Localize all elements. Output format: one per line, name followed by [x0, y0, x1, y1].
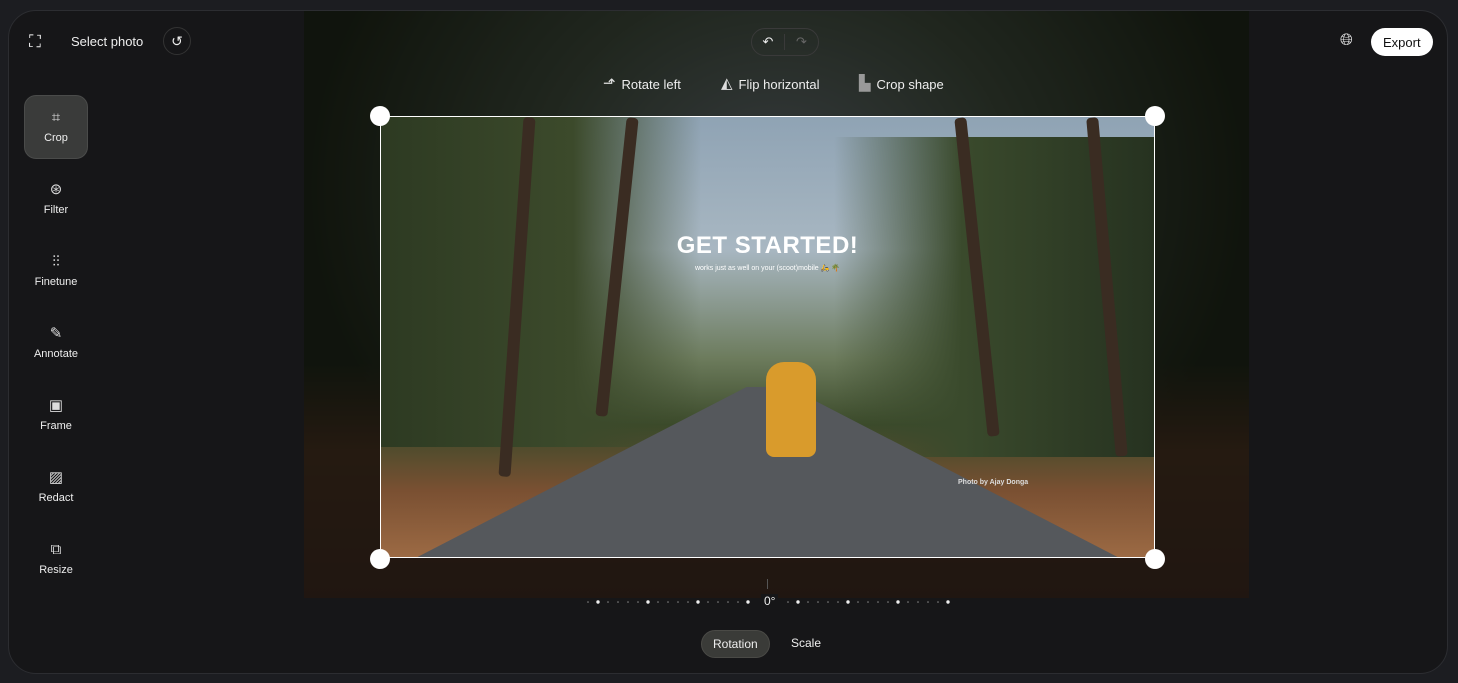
redo-icon[interactable]: ↷ — [785, 34, 818, 50]
select-photo-button[interactable]: Select photo — [71, 34, 143, 49]
fullscreen-icon[interactable]: ⛶ — [29, 32, 41, 52]
rotation-tick — [917, 601, 919, 603]
rotation-tick — [837, 601, 839, 603]
rotation-tick — [677, 601, 679, 603]
rotation-tick — [707, 601, 709, 603]
rotation-tick — [617, 601, 619, 603]
flip-horizontal-label: Flip horizontal — [738, 76, 820, 92]
rotation-tick — [857, 601, 859, 603]
rotation-tick — [817, 601, 819, 603]
sidebar-item-label: Annotate — [33, 348, 79, 360]
sliders-icon: ⫶⫶ — [52, 253, 60, 270]
rotation-tick — [627, 601, 629, 603]
rotation-tick — [696, 600, 700, 604]
rotation-tick — [657, 601, 659, 603]
flip-horizontal-icon: ◭ — [721, 75, 733, 92]
rotation-tick — [646, 600, 650, 604]
redact-icon: ▨ — [48, 469, 64, 486]
sidebar-item-label: Redact — [38, 492, 74, 504]
crop-handle-bottom-left[interactable] — [370, 549, 390, 569]
rotate-left-button[interactable]: ⬏ Rotate left — [603, 76, 681, 92]
rotation-tick — [727, 601, 729, 603]
rotation-tick — [887, 601, 889, 603]
rotation-tick — [846, 600, 850, 604]
flip-horizontal-button[interactable]: ◭ Flip horizontal — [721, 76, 819, 92]
rotate-left-icon: ⬏ — [603, 75, 616, 92]
sidebar-item-redact[interactable]: ▨ Redact — [24, 455, 88, 519]
rotation-tick — [927, 601, 929, 603]
photo-credit: Photo by Ajay Donga — [958, 479, 1029, 486]
crop-handle-bottom-right[interactable] — [1145, 549, 1165, 569]
history-icon[interactable]: ↺ — [163, 27, 191, 55]
frame-icon: ▣ — [48, 397, 64, 414]
undo-redo-group: ↶ ↷ — [751, 28, 819, 56]
tab-rotation[interactable]: Rotation — [701, 630, 770, 658]
crop-shape-icon: ▙ — [859, 75, 871, 92]
sidebar-item-crop[interactable]: ⌗ Crop — [24, 95, 88, 159]
crop-handle-top-left[interactable] — [370, 106, 390, 126]
rotation-tick — [717, 601, 719, 603]
rotation-indicator — [767, 579, 768, 589]
rotation-tick — [827, 601, 829, 603]
sidebar-item-label: Filter — [43, 204, 69, 216]
pencil-icon: ✎ — [49, 325, 63, 342]
scooter — [766, 362, 816, 457]
rotation-tick — [896, 600, 900, 604]
rotation-tick — [796, 600, 800, 604]
resize-icon: ⧉ — [50, 541, 62, 558]
sidebar-item-label: Frame — [40, 420, 72, 432]
rotation-tick — [787, 601, 789, 603]
sidebar-item-resize[interactable]: ⧉ Resize — [24, 527, 88, 591]
tab-scale[interactable]: Scale — [791, 636, 821, 650]
rotation-tick — [687, 601, 689, 603]
rotation-tick — [737, 601, 739, 603]
export-button[interactable]: Export — [1371, 28, 1433, 56]
photo-subtitle: works just as well on your (scoot)mobile… — [694, 265, 841, 272]
rotation-tick — [667, 601, 669, 603]
rotation-tick — [587, 601, 589, 603]
sidebar-item-frame[interactable]: ▣ Frame — [24, 383, 88, 447]
rotate-left-label: Rotate left — [621, 76, 681, 92]
editor-window: GET STARTED! works just as well on your … — [8, 10, 1448, 674]
undo-icon[interactable]: ↶ — [752, 34, 786, 50]
rotation-tick — [867, 601, 869, 603]
rotation-tick — [807, 601, 809, 603]
rotation-tick — [746, 600, 750, 604]
crop-shape-label: Crop shape — [876, 76, 944, 92]
crop-shape-button[interactable]: ▙ Crop shape — [859, 76, 944, 92]
crop-handle-top-right[interactable] — [1145, 106, 1165, 126]
sidebar-item-label: Finetune — [34, 276, 78, 288]
sidebar-item-label: Resize — [39, 564, 73, 576]
rotation-tick — [637, 601, 639, 603]
rotation-tick — [877, 601, 879, 603]
rotation-tick — [937, 601, 939, 603]
crop-area[interactable]: GET STARTED! works just as well on your … — [380, 116, 1155, 558]
rotation-tick — [607, 601, 609, 603]
sidebar-item-annotate[interactable]: ✎ Annotate — [24, 311, 88, 375]
sidebar-item-label: Crop — [44, 132, 68, 144]
rotation-value: 0° — [761, 594, 779, 608]
photo-title: GET STARTED! — [676, 232, 859, 259]
rotation-tick — [596, 600, 600, 604]
sidebar-item-filter[interactable]: ⊛ Filter — [24, 167, 88, 231]
globe-icon[interactable]: 🌐︎ — [1340, 32, 1353, 50]
filter-icon: ⊛ — [49, 181, 63, 198]
trees-left — [381, 117, 701, 447]
rotation-tick — [946, 600, 950, 604]
sidebar-item-finetune[interactable]: ⫶⫶ Finetune — [24, 239, 88, 303]
crop-icon: ⌗ — [51, 109, 61, 126]
rotation-tick — [907, 601, 909, 603]
